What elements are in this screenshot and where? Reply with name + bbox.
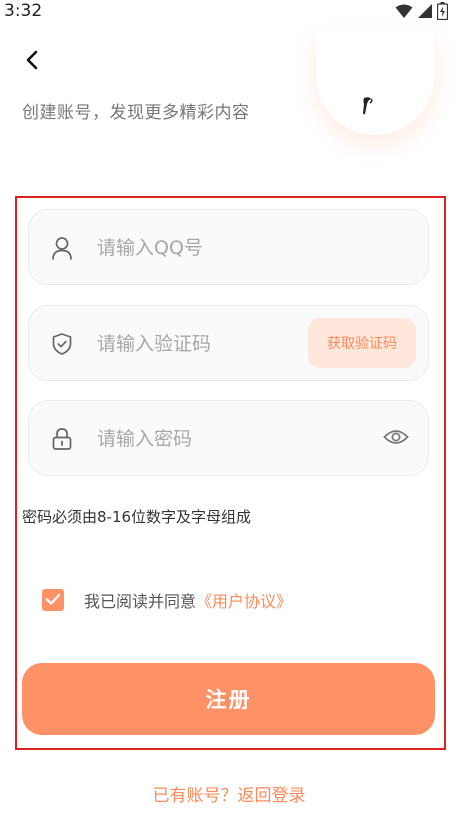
wifi-icon	[395, 4, 413, 23]
verification-code-input[interactable]	[97, 324, 307, 364]
back-button[interactable]	[18, 48, 46, 76]
verification-code-field: 获取验证码	[28, 305, 429, 381]
signal-icon	[417, 3, 433, 23]
password-field	[28, 400, 429, 476]
status-bar: 3:32	[0, 0, 458, 26]
password-input[interactable]	[97, 419, 307, 459]
agreement-checkbox[interactable]	[42, 589, 64, 611]
get-code-button[interactable]: 获取验证码	[308, 318, 416, 368]
qq-input[interactable]	[97, 228, 307, 268]
user-agreement-link[interactable]: 《用户协议》	[196, 588, 292, 612]
page-subtitle: 创建账号，发现更多精彩内容	[22, 103, 250, 123]
checkmark-icon	[45, 591, 61, 610]
battery-icon	[436, 2, 449, 24]
lock-icon	[49, 426, 75, 452]
chevron-left-icon	[25, 50, 39, 74]
password-visibility-toggle[interactable]	[382, 425, 410, 453]
user-icon	[49, 235, 75, 261]
shield-check-icon	[49, 331, 75, 357]
password-hint: 密码必须由8-16位数字及字母组成	[22, 508, 252, 526]
agreement-text: 我已阅读并同意	[84, 592, 197, 611]
header-decoration	[316, 30, 434, 135]
qq-field	[28, 209, 429, 285]
agreement-row: 我已阅读并同意 《用户协议》	[42, 588, 292, 612]
status-time: 3:32	[4, 1, 43, 21]
brush-icon	[358, 95, 376, 117]
back-to-login-link[interactable]: 已有账号？返回登录	[0, 781, 458, 806]
eye-icon	[383, 428, 409, 450]
status-icons	[395, 2, 449, 24]
register-button[interactable]: 注册	[22, 663, 435, 735]
register-screen: 3:32 创建账号，发现更多精彩内容 请输入QQ号 请输入验证码 获取验证码 密…	[0, 0, 458, 820]
